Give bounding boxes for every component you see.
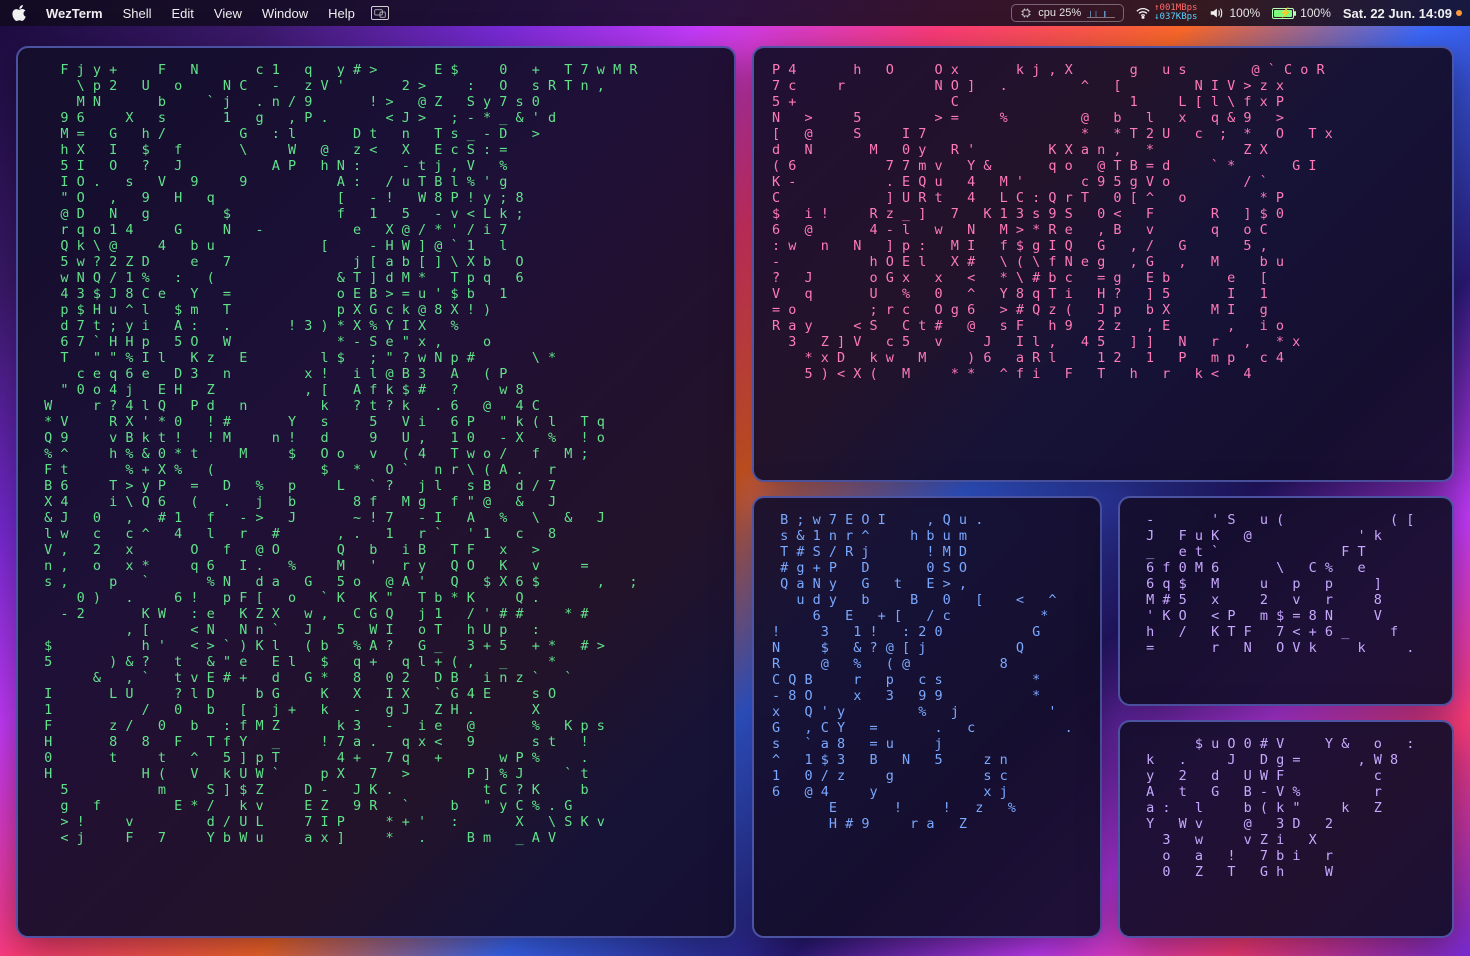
cpu-meter[interactable]: cpu 25%	[1011, 4, 1124, 22]
terminal-pane-5[interactable]: $ u O 0 # V Y & o : k . J D g = , W 8 y …	[1118, 720, 1454, 938]
battery-icon: ⚡	[1272, 8, 1294, 19]
terminal-content-2: P 4 h O O x k j , X g u s @ ` C o R 7 c …	[772, 62, 1434, 382]
macos-menubar: WezTerm Shell Edit View Window Help cpu …	[0, 0, 1470, 26]
net-rates: ↑001MBps ↓037KBps	[1154, 4, 1197, 22]
cpu-graph	[1087, 8, 1115, 18]
menu-edit[interactable]: Edit	[162, 4, 204, 23]
menu-window[interactable]: Window	[252, 4, 318, 23]
menu-view[interactable]: View	[204, 4, 252, 23]
menu-help[interactable]: Help	[318, 4, 365, 23]
terminal-pane-2[interactable]: P 4 h O O x k j , X g u s @ ` C o R 7 c …	[752, 46, 1454, 482]
cpu-label: cpu 25%	[1038, 7, 1081, 19]
status-battery[interactable]: ⚡ 100%	[1272, 6, 1331, 20]
status-wifi[interactable]: ↑001MBps ↓037KBps	[1136, 4, 1197, 22]
devices-icon[interactable]	[371, 6, 389, 20]
terminal-pane-3[interactable]: B ; w 7 E O I , Q u . s & 1 n r ^ h b u …	[752, 496, 1102, 938]
terminal-content-3: B ; w 7 E O I , Q u . s & 1 n r ^ h b u …	[772, 512, 1082, 832]
terminal-content-1: F j y + F N c 1 q y # > E $ 0 + T 7 w M …	[36, 62, 716, 846]
menu-app[interactable]: WezTerm	[36, 4, 113, 23]
clock-dot-icon	[1456, 10, 1462, 16]
desktop: F j y + F N c 1 q y # > E $ 0 + T 7 w M …	[0, 26, 1470, 956]
terminal-content-4: - ' S u ( ( [ J F u K @ ' k _ e t ` F T …	[1138, 512, 1434, 656]
terminal-content-5: $ u O 0 # V Y & o : k . J D g = , W 8 y …	[1138, 736, 1434, 880]
apple-logo-icon[interactable]	[12, 5, 28, 21]
volume-pct: 100%	[1229, 6, 1260, 20]
battery-pct: 100%	[1300, 6, 1331, 20]
terminal-pane-4[interactable]: - ' S u ( ( [ J F u K @ ' k _ e t ` F T …	[1118, 496, 1454, 706]
terminal-pane-1[interactable]: F j y + F N c 1 q y # > E $ 0 + T 7 w M …	[16, 46, 736, 938]
status-volume[interactable]: 100%	[1209, 6, 1260, 20]
status-clock[interactable]: Sat. 22 Jun. 14:09	[1343, 6, 1462, 21]
menu-shell[interactable]: Shell	[113, 4, 162, 23]
